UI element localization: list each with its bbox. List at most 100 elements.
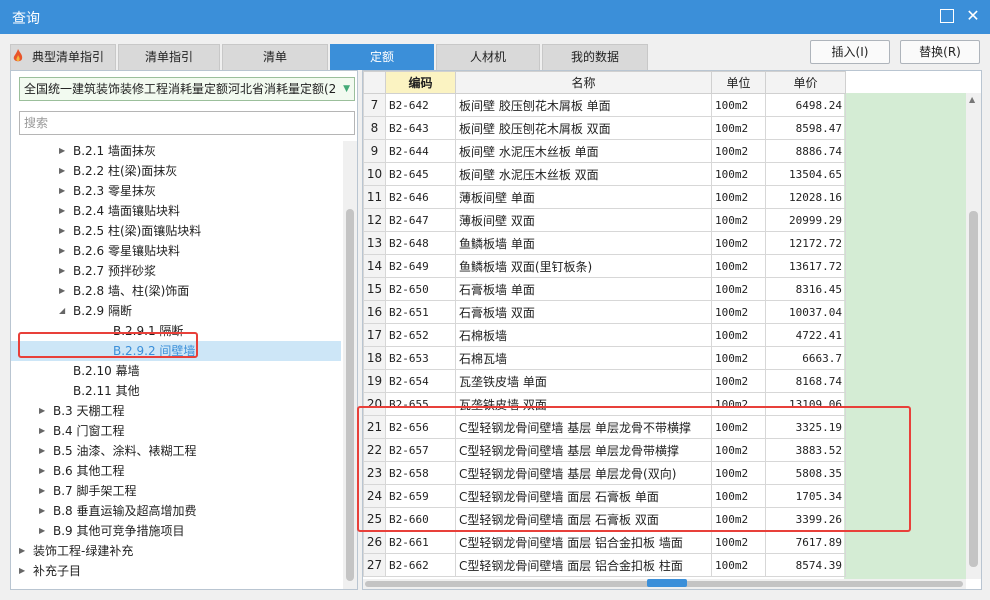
expand-arrow-icon[interactable]: ▶ [39, 501, 45, 521]
tab-bill[interactable]: 清单 [222, 44, 328, 70]
unit-cell[interactable]: 100m2 [711, 185, 766, 209]
name-cell[interactable]: 瓦垄铁皮墙 双面 [455, 392, 712, 416]
name-cell[interactable]: 石棉瓦墙 [455, 346, 712, 370]
row-number-cell[interactable]: 13 [363, 231, 386, 255]
expand-arrow-icon[interactable]: ▶ [59, 221, 65, 241]
unit-cell[interactable]: 100m2 [711, 553, 766, 577]
name-cell[interactable]: C型轻钢龙骨间壁墙 面层 石膏板 单面 [455, 484, 712, 508]
table-row[interactable]: 8 B2-643 板间壁 胶压刨花木屑板 双面 100m2 8598.47 [363, 116, 846, 140]
table-row[interactable]: 26 B2-661 C型轻钢龙骨间壁墙 面层 铝合金扣板 墙面 100m2 7617.8… [363, 530, 846, 554]
price-cell[interactable]: 20999.29 [765, 208, 846, 232]
expand-arrow-icon[interactable]: ▶ [59, 281, 65, 301]
unit-cell[interactable]: 100m2 [711, 139, 766, 163]
unit-cell[interactable]: 100m2 [711, 208, 766, 232]
name-cell[interactable]: 薄板间壁 双面 [455, 208, 712, 232]
tree-item[interactable]: ◢ B.2.9 隔断 [11, 301, 341, 321]
code-cell[interactable]: B2-660 [385, 507, 456, 531]
table-row[interactable]: 10 B2-645 板间壁 水泥压木丝板 双面 100m2 13504.65 [363, 162, 846, 186]
tree-item[interactable]: B.2.9.1 隔断 [11, 321, 341, 341]
price-cell[interactable]: 8168.74 [765, 369, 846, 393]
tree-item[interactable]: ▶ B.7 脚手架工程 [11, 481, 341, 501]
tree-item[interactable]: B.2.11 其他 [11, 381, 341, 401]
tree-item[interactable]: ▶ B.5 油漆、涂料、裱糊工程 [11, 441, 341, 461]
price-cell[interactable]: 1705.34 [765, 484, 846, 508]
table-row[interactable]: 7 B2-642 板间壁 胶压刨花木屑板 单面 100m2 6498.24 [363, 93, 846, 117]
unit-cell[interactable]: 100m2 [711, 323, 766, 347]
code-cell[interactable]: B2-643 [385, 116, 456, 140]
tree-item[interactable]: ▶ B.2.7 预拌砂浆 [11, 261, 341, 281]
code-cell[interactable]: B2-659 [385, 484, 456, 508]
tree-scrollbar[interactable] [343, 141, 357, 589]
name-cell[interactable]: C型轻钢龙骨间壁墙 基层 单层龙骨不带横撑 [455, 415, 712, 439]
row-number-cell[interactable]: 24 [363, 484, 386, 508]
tree-item[interactable]: ▶ B.2.3 零星抹灰 [11, 181, 341, 201]
dropdown-arrow-icon[interactable]: ▼ [343, 78, 350, 100]
price-cell[interactable]: 13617.72 [765, 254, 846, 278]
name-cell[interactable]: 板间壁 胶压刨花木屑板 单面 [455, 93, 712, 117]
name-cell[interactable]: 板间壁 水泥压木丝板 双面 [455, 162, 712, 186]
tree-item[interactable]: ▶ B.3 天棚工程 [11, 401, 341, 421]
price-cell[interactable]: 12172.72 [765, 231, 846, 255]
row-number-cell[interactable]: 25 [363, 507, 386, 531]
name-cell[interactable]: C型轻钢龙骨间壁墙 面层 铝合金扣板 柱面 [455, 553, 712, 577]
table-row[interactable]: 27 B2-662 C型轻钢龙骨间壁墙 面层 铝合金扣板 柱面 100m2 8574.3… [363, 553, 846, 577]
unit-cell[interactable]: 100m2 [711, 277, 766, 301]
tree-scrollbar-thumb[interactable] [346, 209, 354, 581]
tree-item[interactable]: ▶ B.2.5 柱(梁)面镶贴块料 [11, 221, 341, 241]
row-number-cell[interactable]: 12 [363, 208, 386, 232]
price-cell[interactable]: 7617.89 [765, 530, 846, 554]
maximize-icon[interactable] [940, 9, 954, 23]
price-column-header[interactable]: 单价 [765, 71, 846, 94]
row-number-cell[interactable]: 27 [363, 553, 386, 577]
unit-cell[interactable]: 100m2 [711, 231, 766, 255]
unit-column-header[interactable]: 单位 [711, 71, 766, 94]
code-cell[interactable]: B2-652 [385, 323, 456, 347]
expand-arrow-icon[interactable]: ▶ [39, 481, 45, 501]
code-cell[interactable]: B2-656 [385, 415, 456, 439]
table-row[interactable]: 17 B2-652 石棉板墙 100m2 4722.41 [363, 323, 846, 347]
unit-cell[interactable]: 100m2 [711, 162, 766, 186]
scroll-up-arrow-icon[interactable]: ▲ [969, 95, 975, 104]
code-cell[interactable]: B2-646 [385, 185, 456, 209]
row-number-cell[interactable]: 26 [363, 530, 386, 554]
expand-arrow-icon[interactable]: ▶ [19, 561, 25, 581]
tree-item[interactable]: ▶ B.9 其他可竞争措施项目 [11, 521, 341, 541]
insert-button[interactable]: 插入(I) [810, 40, 890, 64]
table-row[interactable]: 12 B2-647 薄板间壁 双面 100m2 20999.29 [363, 208, 846, 232]
price-cell[interactable]: 13504.65 [765, 162, 846, 186]
table-row[interactable]: 14 B2-649 鱼鳞板墙 双面(里钉板条) 100m2 13617.72 [363, 254, 846, 278]
expand-arrow-icon[interactable]: ▶ [39, 461, 45, 481]
price-cell[interactable]: 10037.04 [765, 300, 846, 324]
code-column-header[interactable]: 编码 [385, 71, 456, 94]
replace-button[interactable]: 替换(R) [900, 40, 980, 64]
grid-scrollbar-thumb[interactable] [969, 211, 978, 567]
name-cell[interactable]: C型轻钢龙骨间壁墙 基层 单层龙骨带横撑 [455, 438, 712, 462]
expand-arrow-icon[interactable]: ▶ [39, 441, 45, 461]
price-cell[interactable]: 8316.45 [765, 277, 846, 301]
tree-item[interactable]: ▶ B.2.8 墙、柱(梁)饰面 [11, 281, 341, 301]
panel-split-handle[interactable] [647, 579, 687, 587]
name-cell[interactable]: 板间壁 胶压刨花木屑板 双面 [455, 116, 712, 140]
code-cell[interactable]: B2-650 [385, 277, 456, 301]
name-cell[interactable]: 石棉板墙 [455, 323, 712, 347]
row-number-cell[interactable]: 20 [363, 392, 386, 416]
tree-item[interactable]: ▶ 装饰工程-绿建补充 [11, 541, 341, 561]
price-cell[interactable]: 13109.06 [765, 392, 846, 416]
row-number-cell[interactable]: 10 [363, 162, 386, 186]
unit-cell[interactable]: 100m2 [711, 392, 766, 416]
name-cell[interactable]: 石膏板墙 双面 [455, 300, 712, 324]
unit-cell[interactable]: 100m2 [711, 93, 766, 117]
code-cell[interactable]: B2-644 [385, 139, 456, 163]
expand-arrow-icon[interactable]: ▶ [19, 541, 25, 561]
table-row[interactable]: 23 B2-658 C型轻钢龙骨间壁墙 基层 单层龙骨(双向) 100m2 5808.3… [363, 461, 846, 485]
tab-typical-bill-guide[interactable]: 典型清单指引 [10, 44, 116, 70]
price-cell[interactable]: 6498.24 [765, 93, 846, 117]
grid-vertical-scrollbar[interactable]: ▲ [966, 93, 981, 579]
code-cell[interactable]: B2-647 [385, 208, 456, 232]
tree-item[interactable]: ▶ B.2.2 柱(梁)面抹灰 [11, 161, 341, 181]
code-cell[interactable]: B2-654 [385, 369, 456, 393]
tab-bill-guide[interactable]: 清单指引 [118, 44, 220, 70]
table-row[interactable]: 25 B2-660 C型轻钢龙骨间壁墙 面层 石膏板 双面 100m2 3399.26 [363, 507, 846, 531]
table-row[interactable]: 11 B2-646 薄板间壁 单面 100m2 12028.16 [363, 185, 846, 209]
price-cell[interactable]: 5808.35 [765, 461, 846, 485]
